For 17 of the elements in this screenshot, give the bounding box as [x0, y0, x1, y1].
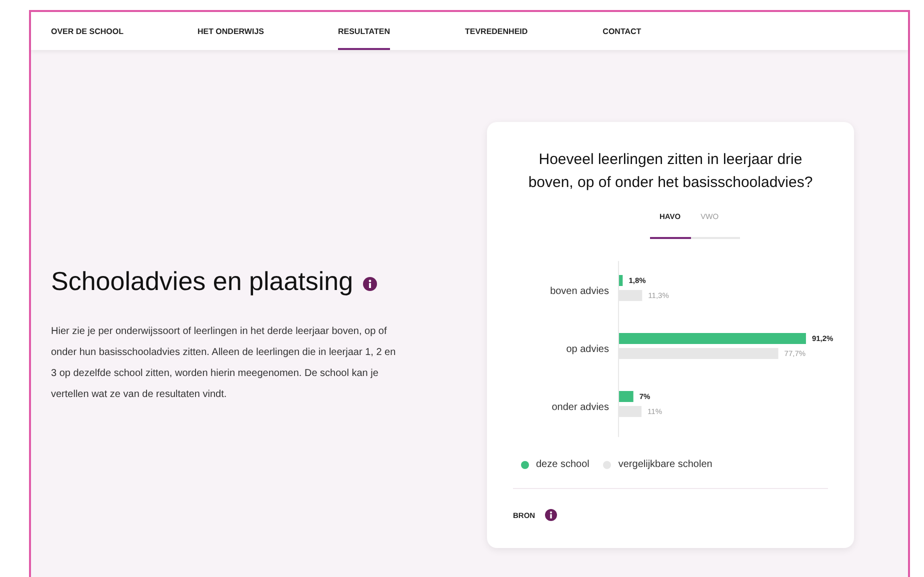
chart-title: Hoeveel leerlingen zitten in leerjaar drie boven, op of onder het basisschooladvies? [527, 150, 814, 193]
category-label: boven advies [550, 286, 609, 297]
section-title: Schooladvies en plaatsing [51, 266, 354, 297]
nav-tab[interactable]: RESULTATEN [338, 12, 390, 50]
info-icon[interactable] [545, 509, 558, 521]
legend-label: vergelijkbare scholen [618, 459, 712, 470]
nav-tab[interactable]: OVER DE SCHOOL [51, 12, 124, 50]
category-label: op advies [566, 344, 609, 355]
nav-tab[interactable]: TEVREDENHEID [464, 12, 528, 50]
bar [619, 391, 634, 402]
category-label: onder advies [552, 402, 609, 413]
legend-label: deze school [536, 459, 590, 470]
bar [619, 275, 623, 286]
description-text: Hier zie je per onderwijssoort of leerlingen in het derde leerjaar boven, op of onder hun basisschooladvies zitten. Alleen de leerlingen die in leerjaar 1, 2 en 3 op dezelfde school zitten, worden hierin meegenomen. De school kan je vertellen wat ze van de resultaten vindt. [51, 325, 397, 402]
info-icon[interactable] [363, 276, 378, 290]
nav-tab[interactable]: HET ONDERWIJS [197, 12, 264, 50]
nav-tab[interactable]: CONTACT [602, 12, 642, 50]
